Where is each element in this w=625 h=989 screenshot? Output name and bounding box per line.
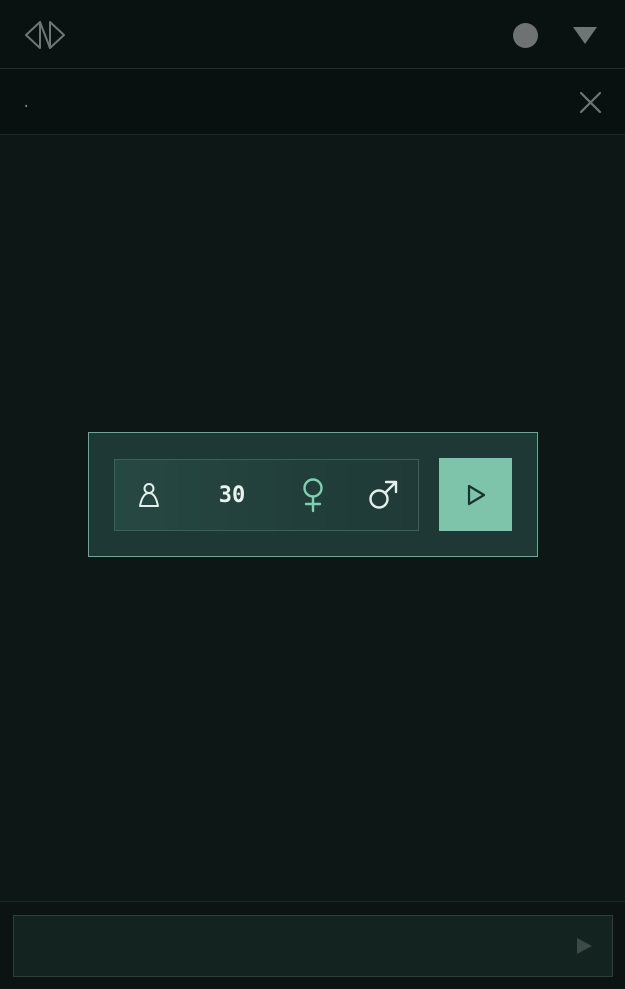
top-bar	[0, 0, 625, 69]
age-count[interactable]: 30	[206, 475, 258, 515]
female-symbol-icon	[303, 478, 323, 513]
status-dot-icon[interactable]	[513, 23, 538, 48]
send-triangle-icon	[577, 938, 592, 954]
male-filter-button[interactable]	[363, 475, 403, 515]
app-root: . 30	[0, 0, 625, 989]
person-icon	[139, 483, 159, 507]
triangle-down-icon[interactable]	[571, 24, 599, 46]
female-filter-button[interactable]	[293, 475, 333, 515]
start-button[interactable]	[439, 458, 512, 531]
male-symbol-icon	[369, 480, 398, 509]
subbar-text: .	[22, 95, 31, 111]
play-icon	[467, 484, 485, 505]
message-input[interactable]	[13, 915, 613, 977]
logo-icon[interactable]	[22, 18, 68, 52]
sub-bar: .	[0, 69, 625, 135]
close-icon[interactable]	[578, 90, 603, 115]
send-button[interactable]	[571, 933, 597, 959]
person-filter-button[interactable]	[133, 475, 165, 515]
